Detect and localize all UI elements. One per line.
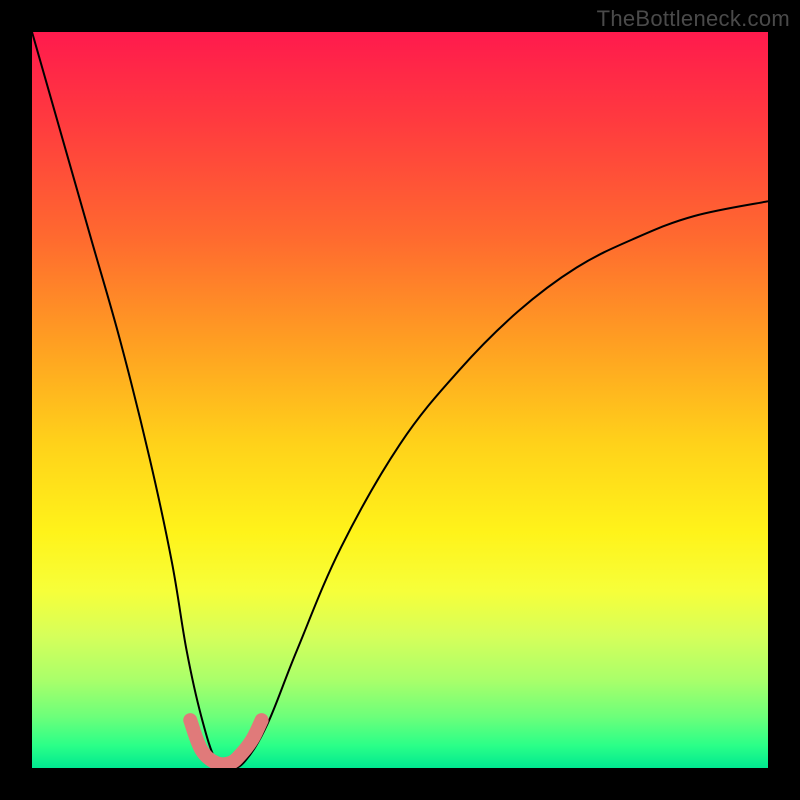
watermark-text: TheBottleneck.com — [597, 6, 790, 32]
chart-svg — [32, 32, 768, 768]
plot-area — [32, 32, 768, 768]
bottleneck-highlight-path — [190, 720, 261, 764]
bottleneck-curve-path — [32, 32, 768, 768]
chart-frame: TheBottleneck.com — [0, 0, 800, 800]
